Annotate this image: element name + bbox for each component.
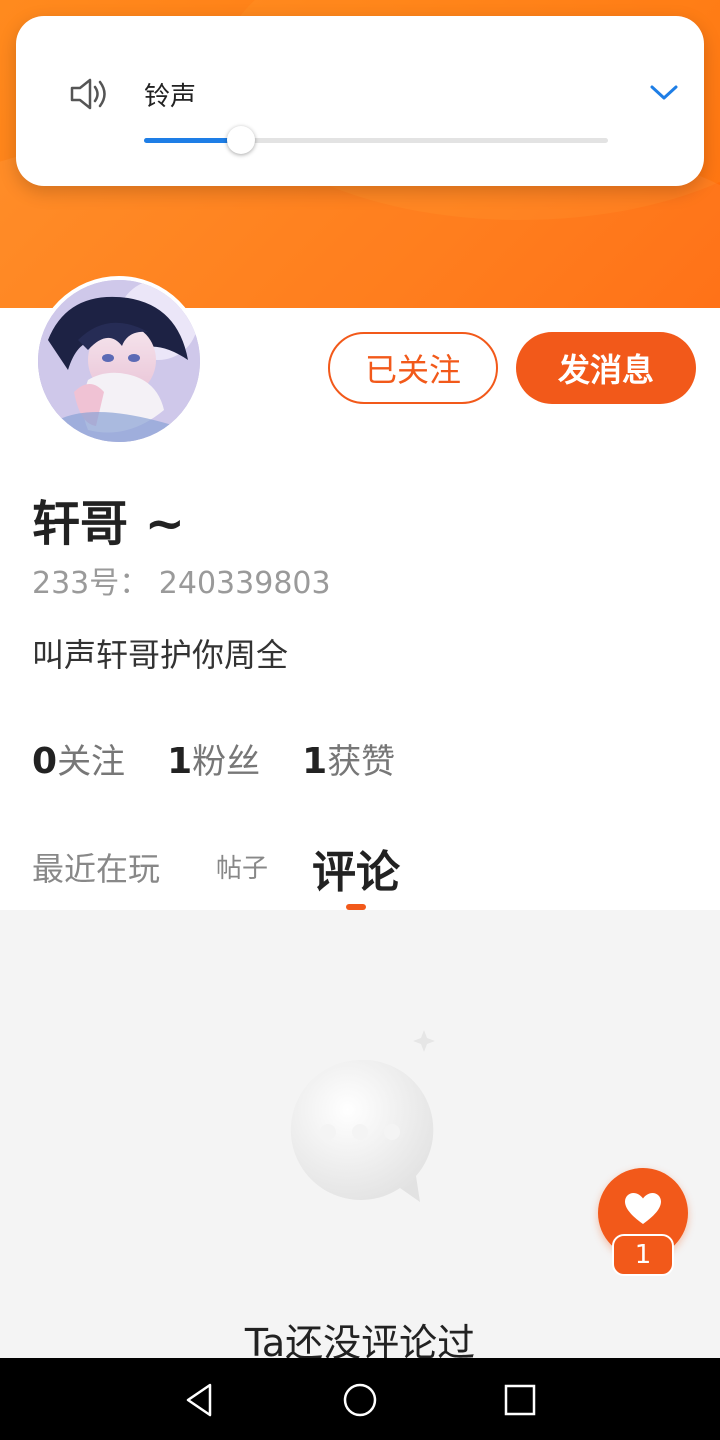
tab-comments[interactable]: 评论 xyxy=(312,836,400,900)
volume-slider[interactable] xyxy=(144,126,608,154)
stats-row: 0 关注 1 粉丝 1 获赞 xyxy=(32,734,437,782)
stat-label: 关注 xyxy=(57,742,126,782)
system-navigation-bar xyxy=(0,1358,720,1440)
avatar-image xyxy=(38,280,200,442)
send-message-button[interactable]: 发消息 xyxy=(516,332,696,404)
volume-slider-thumb[interactable] xyxy=(227,126,256,154)
comments-panel: Ta还没评论过 xyxy=(0,910,720,1365)
stat-likes[interactable]: 1 获赞 xyxy=(302,734,395,782)
tab-recently-played[interactable]: 最近在玩 xyxy=(32,844,160,890)
username: 轩哥 ~ xyxy=(32,496,185,552)
stat-fans[interactable]: 1 粉丝 xyxy=(167,734,260,782)
stat-count: 1 xyxy=(302,741,328,782)
speaker-icon[interactable] xyxy=(66,72,110,116)
chat-bubble-icon xyxy=(290,1030,435,1202)
followed-button[interactable]: 已关注 xyxy=(328,332,498,404)
stat-label: 粉丝 xyxy=(192,742,261,782)
stat-label: 获赞 xyxy=(327,742,396,782)
stat-count: 0 xyxy=(32,741,58,782)
back-icon[interactable] xyxy=(180,1380,220,1420)
user-bio: 叫声轩哥护你周全 xyxy=(32,636,289,674)
heart-icon xyxy=(625,1193,661,1224)
stat-count: 1 xyxy=(167,741,193,782)
user-id: 233号： 240339803 xyxy=(32,566,331,601)
chevron-down-icon[interactable] xyxy=(648,80,680,104)
home-icon[interactable] xyxy=(340,1380,380,1420)
like-count-badge: 1 xyxy=(612,1234,674,1276)
recents-icon[interactable] xyxy=(500,1380,540,1420)
tab-posts[interactable]: 帖子 xyxy=(216,848,268,885)
avatar[interactable] xyxy=(34,276,204,446)
volume-panel: 铃声 xyxy=(16,16,704,186)
volume-stream-label: 铃声 xyxy=(144,82,197,112)
stat-following[interactable]: 0 关注 xyxy=(32,734,125,782)
